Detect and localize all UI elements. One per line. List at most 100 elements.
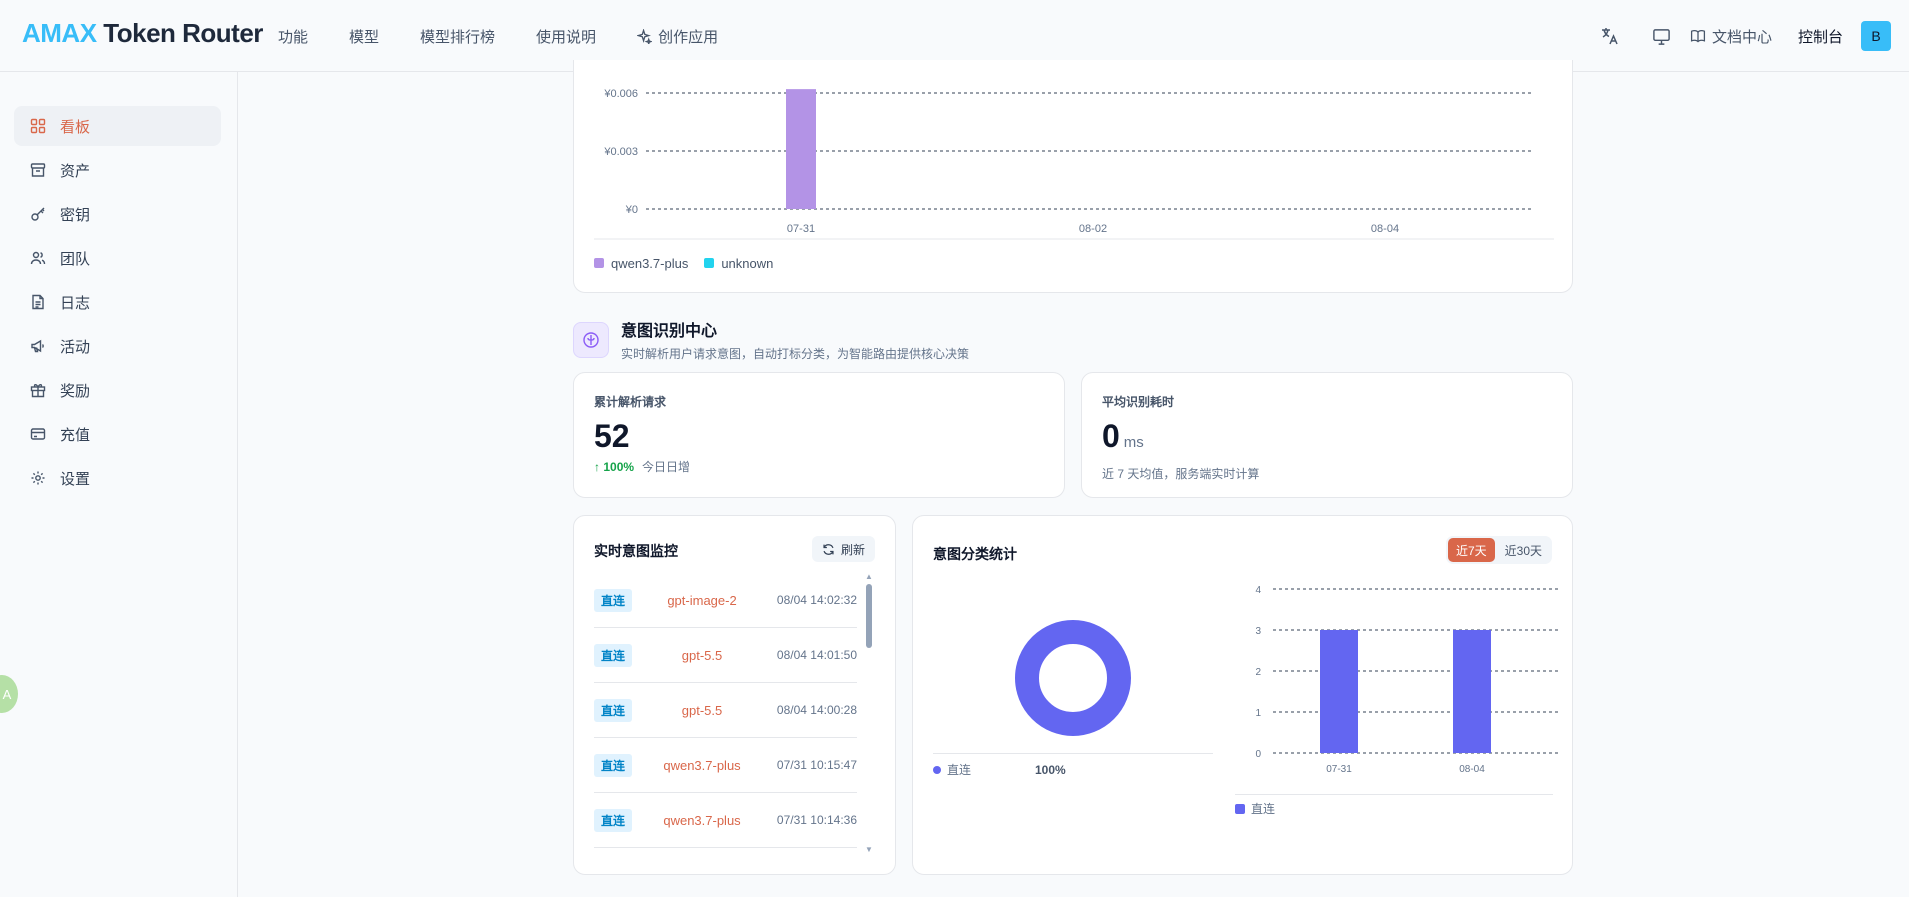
- timestamp: 08/04 14:00:28: [776, 703, 857, 717]
- legend-swatch: [933, 765, 941, 774]
- y-tick-label: 4: [1255, 585, 1261, 596]
- stat-card-total-requests: 累计解析请求 52 ↑ 100% 今日日增: [573, 372, 1065, 498]
- section-subtitle: 实时解析用户请求意图，自动打标分类，为智能路由提供核心决策: [621, 347, 970, 361]
- monitor-icon[interactable]: [1648, 22, 1676, 50]
- stat-value: 52: [594, 418, 630, 454]
- route-tag: 直连: [594, 753, 633, 777]
- app-logo[interactable]: AMAX Token Router: [22, 18, 263, 49]
- x-tick-label: 08-02: [1079, 223, 1107, 235]
- stat-card-avg-latency: 平均识别耗时 0 ms 近 7 天均值，服务端实时计算: [1081, 372, 1573, 498]
- legend-item[interactable]: qwen3.7-plus: [594, 256, 688, 271]
- list-item[interactable]: 直连 gpt-5.5 08/04 14:01:50: [594, 628, 857, 683]
- intent-section-header: 意图识别中心 实时解析用户请求意图，自动打标分类，为智能路由提供核心决策: [573, 317, 969, 362]
- y-tick-label: ¥0.006: [603, 88, 638, 100]
- legend-item[interactable]: unknown: [704, 256, 773, 271]
- sidebar-item-label: 活动: [60, 338, 91, 356]
- panel-title: 意图分类统计: [933, 546, 1017, 562]
- model-name[interactable]: qwen3.7-plus: [632, 758, 772, 773]
- timestamp: 07/31 10:15:47: [776, 758, 857, 772]
- credit-card-icon: [30, 428, 46, 440]
- timestamp: 08/04 14:02:32: [776, 593, 857, 607]
- nav-item-create-app[interactable]: 创作应用: [637, 26, 718, 47]
- gear-icon: [31, 471, 45, 485]
- sidebar-item-recharge[interactable]: 充值: [14, 414, 221, 454]
- model-name[interactable]: gpt-image-2: [632, 593, 772, 608]
- scroll-thumb[interactable]: [866, 584, 872, 648]
- sparkle-icon: [637, 28, 653, 44]
- y-tick-label: 2: [1255, 667, 1261, 678]
- route-tag: 直连: [594, 588, 633, 612]
- model-name[interactable]: qwen3.7-plus: [632, 813, 772, 828]
- section-title: 意图识别中心: [621, 323, 718, 340]
- sidebar-item-rewards[interactable]: 奖励: [14, 370, 221, 410]
- monitor-scrollbar[interactable]: ▲ ▼: [864, 572, 874, 854]
- sidebar-item-settings[interactable]: 设置: [14, 458, 221, 498]
- nav-item-leaderboard[interactable]: 模型排行榜: [420, 26, 495, 47]
- docs-center-link[interactable]: 文档中心: [1690, 26, 1772, 47]
- bar-legend: 直连: [1235, 800, 1275, 817]
- refresh-button[interactable]: 刷新: [811, 536, 875, 562]
- y-tick-label: ¥0: [625, 204, 638, 216]
- range-30d-button[interactable]: 近30天: [1497, 538, 1550, 562]
- nav-item-features[interactable]: 功能: [278, 26, 308, 47]
- legend-swatch: [1235, 803, 1245, 814]
- bar: [1320, 630, 1358, 753]
- stat-foot: 近 7 天均值，服务端实时计算: [1102, 467, 1260, 481]
- y-tick-label: 3: [1255, 626, 1261, 637]
- key-icon: [31, 207, 45, 221]
- donut-slice: [1015, 620, 1131, 736]
- route-tag: 直连: [594, 808, 633, 832]
- floating-assistant-button[interactable]: A: [0, 675, 18, 713]
- sidebar-item-team[interactable]: 团队: [14, 238, 221, 278]
- users-icon: [30, 251, 46, 265]
- scroll-down-icon[interactable]: ▼: [865, 845, 873, 854]
- header-actions: 文档中心 控制台 B: [1596, 0, 1909, 72]
- list-item[interactable]: 直连 qwen3.7-plus 07/31 10:15:47: [594, 738, 857, 793]
- x-tick-label: 07-31: [787, 223, 815, 235]
- user-avatar[interactable]: B: [1861, 21, 1891, 51]
- model-name[interactable]: gpt-5.5: [632, 648, 772, 663]
- list-item[interactable]: 直连 gpt-5.5 08/04 14:00:28: [594, 683, 857, 738]
- sidebar-item-label: 设置: [60, 470, 91, 488]
- refresh-icon: [823, 543, 834, 555]
- translate-icon[interactable]: [1596, 22, 1624, 50]
- nav-item-usage-guide[interactable]: 使用说明: [536, 26, 596, 47]
- sidebar-item-dashboard[interactable]: 看板: [14, 106, 221, 146]
- x-tick-label: 08-04: [1459, 764, 1485, 775]
- cost-chart-card: ¥0 ¥0.003 ¥0.006 07-31 08-02 08-04 qwen3.7-pl…: [573, 60, 1573, 293]
- stat-change: ↑ 100% 今日日增: [594, 459, 691, 475]
- console-link[interactable]: 控制台: [1798, 26, 1843, 47]
- classification-panel: 意图分类统计 近7天 近30天 直连 100% 0 1 2 3 4 07-31 08-04 …: [912, 515, 1573, 875]
- arrow-up-icon: ↑: [594, 459, 600, 474]
- sidebar-item-label: 日志: [60, 294, 91, 312]
- x-tick-label: 08-04: [1371, 223, 1399, 235]
- sidebar-item-keys[interactable]: 密钥: [14, 194, 221, 234]
- sidebar-item-assets[interactable]: 资产: [14, 150, 221, 190]
- model-name[interactable]: gpt-5.5: [632, 703, 772, 718]
- sidebar-item-activities[interactable]: 活动: [14, 326, 221, 366]
- y-tick-label: 0: [1255, 749, 1261, 760]
- monitor-list: 直连 gpt-image-2 08/04 14:02:32 直连 gpt-5.5 08/0…: [594, 573, 857, 848]
- timestamp: 08/04 14:01:50: [776, 648, 857, 662]
- list-item[interactable]: 直连 gpt-image-2 08/04 14:02:32: [594, 573, 857, 628]
- range-7d-button[interactable]: 近7天: [1447, 538, 1495, 562]
- bar: [1453, 630, 1491, 753]
- donut-legend: 直连 100%: [933, 761, 1066, 778]
- book-icon: [1690, 30, 1706, 43]
- bar: [786, 89, 816, 209]
- y-tick-label: ¥0.003: [603, 146, 638, 158]
- dashboard-icon: [30, 118, 46, 134]
- sidebar: 看板 资产 密钥 团队 日志 活动 奖励 充值 设置 A: [0, 72, 238, 897]
- file-text-icon: [32, 294, 44, 310]
- sidebar-item-label: 奖励: [60, 382, 91, 400]
- list-item[interactable]: 直连 qwen3.7-plus 07/31 10:14:36: [594, 793, 857, 848]
- scroll-up-icon[interactable]: ▲: [865, 572, 873, 581]
- stat-value: 0 ms: [1102, 418, 1144, 454]
- gift-icon: [30, 384, 46, 398]
- stat-label: 平均识别耗时: [1102, 395, 1175, 409]
- sidebar-item-label: 密钥: [60, 206, 91, 224]
- cost-bar-chart: ¥0 ¥0.003 ¥0.006 07-31 08-02 08-04: [594, 88, 1554, 240]
- sidebar-item-logs[interactable]: 日志: [14, 282, 221, 322]
- nav-item-models[interactable]: 模型: [349, 26, 379, 47]
- realtime-monitor-panel: 实时意图监控 刷新 直连 gpt-image-2 08/04 14:02:32 直连 g…: [573, 515, 896, 875]
